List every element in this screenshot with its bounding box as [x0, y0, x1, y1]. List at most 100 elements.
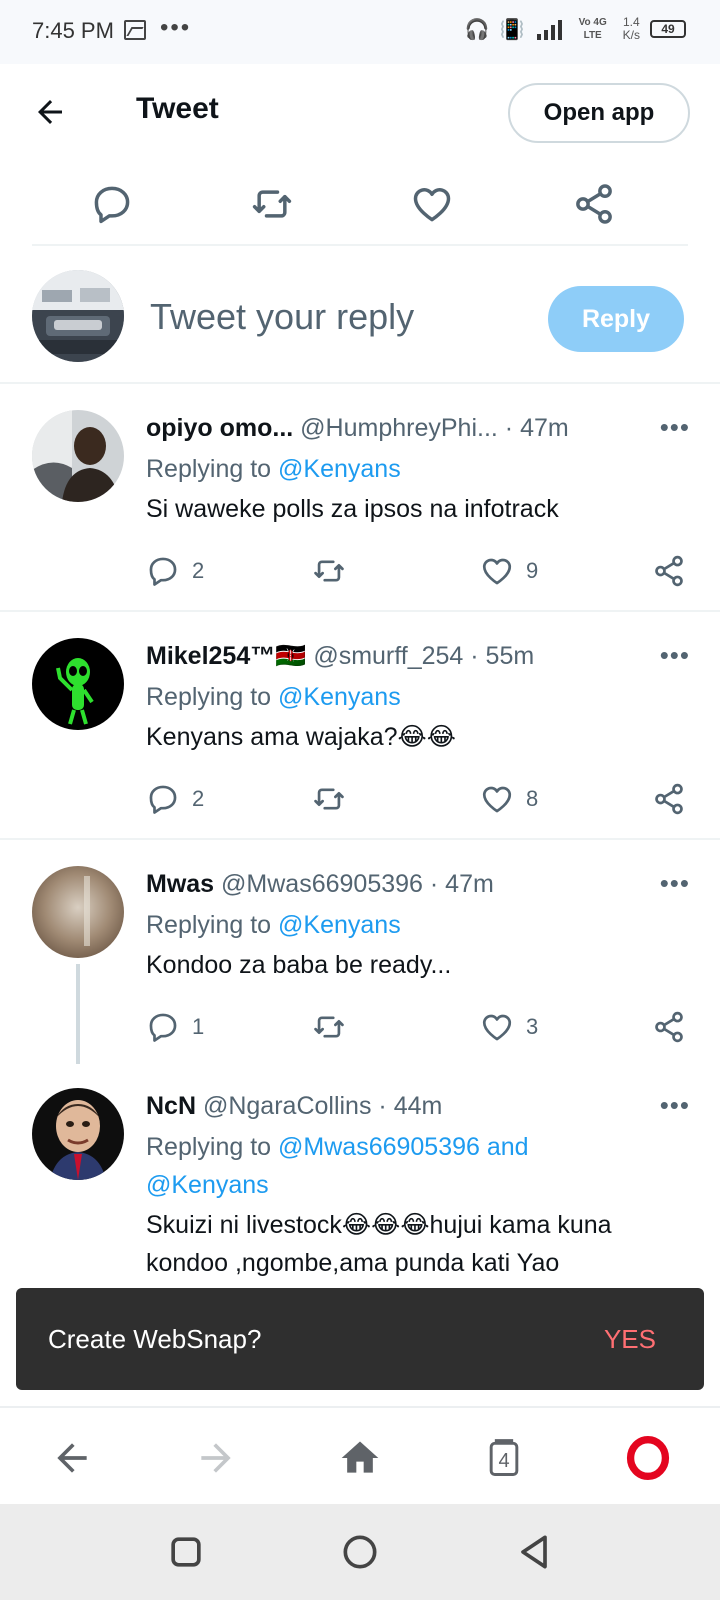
thread-line — [76, 964, 80, 1064]
retweet-icon[interactable] — [250, 182, 294, 226]
reply-composer: Tweet your reply Reply — [0, 246, 720, 384]
tweet-text-line: kondoo ,ngombe,ama punda kati Yao — [146, 1249, 560, 1277]
opera-menu-icon[interactable] — [626, 1436, 670, 1480]
home-icon[interactable] — [338, 1530, 382, 1574]
replying-to-link-2[interactable]: @Kenyans — [146, 1171, 269, 1199]
like-icon[interactable] — [480, 782, 514, 816]
status-indicators: 🎧 📳 Vo 4G LTE 1.4 K/s 49 — [465, 16, 686, 42]
reply-tweet[interactable]: Mwas @Mwas66905396 · 47m ••• Replying to… — [0, 842, 720, 1064]
avatar[interactable] — [32, 1088, 124, 1180]
avatar[interactable] — [32, 638, 124, 730]
system-back-icon[interactable] — [512, 1530, 556, 1574]
back-arrow-icon[interactable] — [32, 94, 68, 130]
replying-to: Replying to @Kenyans — [146, 450, 401, 488]
share-action[interactable] — [652, 554, 686, 588]
tweet-time: · 47m — [429, 870, 494, 898]
tweet-time: · 44m — [378, 1092, 443, 1120]
author-handle[interactable]: @HumphreyPhi... — [300, 414, 498, 442]
author-name[interactable]: NcN — [146, 1092, 196, 1120]
tweet-text: Skuizi ni livestock😂😂😂hujui kama kuna ko… — [146, 1206, 686, 1282]
avatar[interactable] — [32, 866, 124, 958]
recent-apps-icon[interactable] — [164, 1530, 208, 1574]
browser-forward-icon[interactable] — [194, 1436, 238, 1480]
like-action[interactable]: 8 — [480, 782, 538, 816]
speed-value: 1.4 — [622, 15, 640, 29]
reply-count: 2 — [192, 786, 205, 811]
reply-icon[interactable] — [90, 182, 134, 226]
like-action[interactable]: 9 — [480, 554, 538, 588]
browser-toolbar: 4 — [0, 1406, 720, 1504]
replying-to-link[interactable]: @Kenyans — [278, 683, 401, 711]
share-icon[interactable] — [652, 554, 686, 588]
reply-count: 1 — [192, 1014, 205, 1039]
reply-tweet[interactable]: opiyo omo... @HumphreyPhi... · 47m ••• R… — [0, 386, 720, 612]
snackbar-text: Create WebSnap? — [48, 1324, 262, 1354]
share-icon[interactable] — [572, 182, 616, 226]
like-count: 3 — [526, 1014, 539, 1039]
like-count: 9 — [526, 558, 539, 583]
tweet-actions: 2 9 — [146, 554, 686, 598]
retweet-action[interactable] — [312, 782, 346, 816]
signal-icon — [536, 20, 562, 40]
reply-action[interactable]: 2 — [146, 554, 204, 588]
replying-to-link[interactable]: @Kenyans — [278, 455, 401, 483]
share-action[interactable] — [652, 782, 686, 816]
reply-action[interactable]: 2 — [146, 782, 204, 816]
tweet-text: Kenyans ama wajaka?😂😂 — [146, 723, 456, 751]
tweet-text-line: Skuizi ni livestock😂😂😂hujui kama kuna — [146, 1211, 612, 1239]
more-options-icon[interactable]: ••• — [660, 412, 690, 443]
replying-to-link[interactable]: @Kenyans — [278, 911, 401, 939]
like-count: 8 — [526, 786, 539, 811]
replying-to: Replying to @Mwas66905396 and @Kenyans — [146, 1128, 529, 1204]
author-name[interactable]: Mikel254™🇰🇪 — [146, 642, 306, 670]
browser-home-icon[interactable] — [338, 1436, 382, 1480]
reply-input[interactable]: Tweet your reply — [150, 296, 414, 338]
like-icon[interactable] — [480, 1010, 514, 1044]
like-action[interactable]: 3 — [480, 1010, 538, 1044]
tabs-button[interactable]: 4 — [482, 1436, 526, 1480]
tweet-actions: 1 3 — [146, 1010, 686, 1054]
replying-prefix: Replying to — [146, 683, 272, 711]
like-icon[interactable] — [480, 554, 514, 588]
app-header: Tweet Open app — [0, 64, 720, 160]
reply-icon[interactable] — [146, 554, 180, 588]
retweet-icon[interactable] — [312, 782, 346, 816]
reply-button[interactable]: Reply — [548, 286, 684, 352]
reply-icon[interactable] — [146, 782, 180, 816]
author-name[interactable]: opiyo omo... — [146, 414, 293, 442]
reply-action[interactable]: 1 — [146, 1010, 204, 1044]
snackbar-yes-button[interactable]: YES — [604, 1324, 656, 1355]
author-name[interactable]: Mwas — [146, 870, 214, 898]
tweet-actions: 2 8 — [146, 782, 686, 826]
more-options-icon[interactable]: ••• — [660, 640, 690, 671]
tweet-header: Mwas @Mwas66905396 · 47m — [146, 870, 494, 899]
battery-icon: 49 — [650, 20, 686, 38]
more-options-icon[interactable]: ••• — [660, 1090, 690, 1121]
open-app-button[interactable]: Open app — [508, 83, 690, 143]
speed-unit: K/s — [622, 28, 640, 42]
avatar[interactable] — [32, 410, 124, 502]
reply-tweet[interactable]: Mikel254™🇰🇪 @smurff_254 · 55m ••• Replyi… — [0, 614, 720, 840]
share-icon[interactable] — [652, 1010, 686, 1044]
websnap-snackbar: Create WebSnap? YES — [16, 1288, 704, 1390]
replying-to-link[interactable]: @Mwas66905396 and — [278, 1133, 529, 1161]
author-handle[interactable]: @smurff_254 — [313, 642, 463, 670]
share-icon[interactable] — [652, 782, 686, 816]
author-handle[interactable]: @NgaraCollins — [203, 1092, 372, 1120]
reply-icon[interactable] — [146, 1010, 180, 1044]
gallery-icon — [124, 20, 146, 40]
more-options-icon[interactable]: ••• — [660, 868, 690, 899]
like-icon[interactable] — [410, 182, 454, 226]
reply-tweet[interactable]: NcN @NgaraCollins · 44m ••• Replying to … — [0, 1064, 720, 1290]
retweet-icon[interactable] — [312, 554, 346, 588]
retweet-icon[interactable] — [312, 1010, 346, 1044]
more-notifications-icon: ••• — [160, 14, 192, 41]
retweet-action[interactable] — [312, 1010, 346, 1044]
replying-to: Replying to @Kenyans — [146, 678, 401, 716]
status-bar: 7:45 PM ••• 🎧 📳 Vo 4G LTE 1.4 K/s 49 — [0, 0, 720, 64]
share-action[interactable] — [652, 1010, 686, 1044]
retweet-action[interactable] — [312, 554, 346, 588]
author-handle[interactable]: @Mwas66905396 — [221, 870, 423, 898]
tweet-header: NcN @NgaraCollins · 44m — [146, 1092, 442, 1121]
browser-back-icon[interactable] — [50, 1436, 94, 1480]
